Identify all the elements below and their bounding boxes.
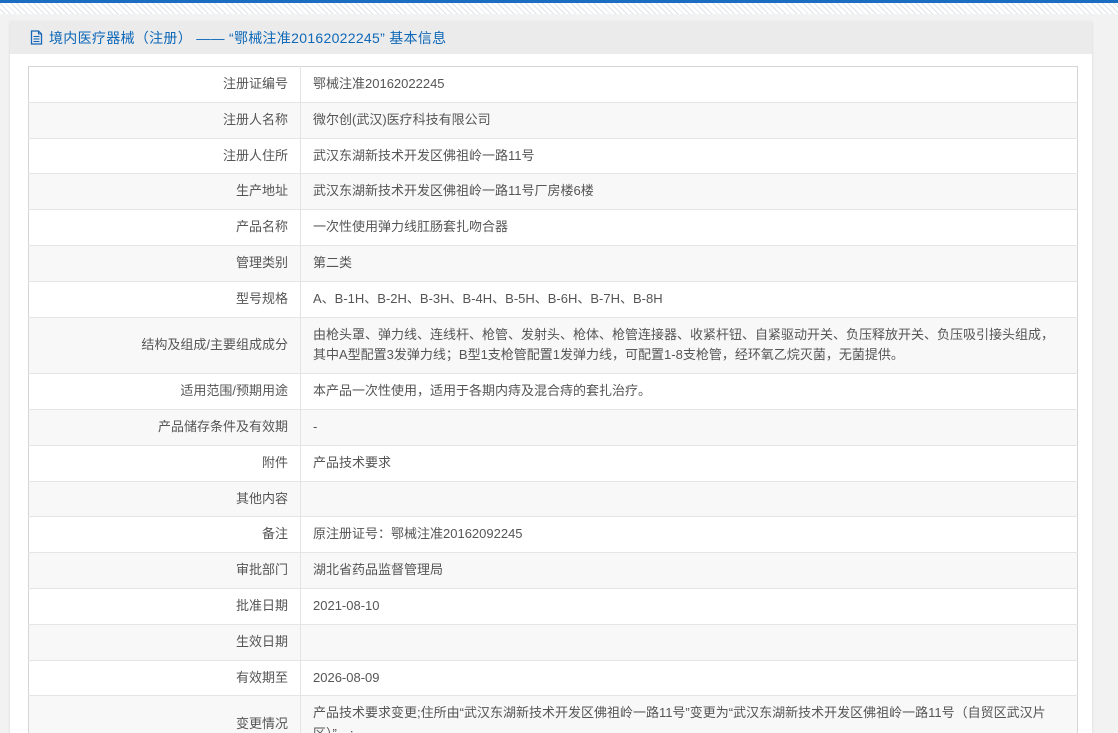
row-label: 备注 xyxy=(28,516,301,553)
row-label: 管理类别 xyxy=(28,245,301,282)
row-value: A、B-1H、B-2H、B-3H、B-4H、B-5H、B-6H、B-7H、B-8… xyxy=(301,281,1078,317)
row-value-text: 2021-08-10 xyxy=(313,597,380,613)
row-value-text: A、B-1H、B-2H、B-3H、B-4H、B-5H、B-6H、B-7H、B-8… xyxy=(313,290,663,306)
row-label: 批准日期 xyxy=(28,588,301,625)
table-row: 产品名称 一次性使用弹力线肛肠套扎吻合器 xyxy=(28,209,1078,246)
table-row: 注册人住所 武汉东湖新技术开发区佛祖岭一路11号 xyxy=(28,138,1078,174)
row-value: 鄂械注准20162022245 xyxy=(301,67,1078,103)
row-label-text: 产品名称 xyxy=(235,219,288,235)
row-label-text: 生产地址 xyxy=(235,183,288,199)
table-row: 审批部门 湖北省药品监督管理局 xyxy=(28,552,1078,589)
table-row: 管理类别 第二类 xyxy=(28,245,1078,282)
row-label-text: 其他内容 xyxy=(235,490,288,506)
row-value: 第二类 xyxy=(301,245,1078,281)
row-label-text: 管理类别 xyxy=(235,254,288,270)
row-value-text: 微尔创(武汉)医疗科技有限公司 xyxy=(313,111,491,127)
row-label: 生效日期 xyxy=(28,624,301,661)
table-row: 有效期至 2026-08-09 xyxy=(28,660,1078,696)
row-label: 型号规格 xyxy=(28,281,301,318)
row-value: - xyxy=(301,409,1078,445)
row-label: 附件 xyxy=(28,445,301,482)
diagonal-stripe-band xyxy=(0,3,1118,14)
row-label-text: 产品储存条件及有效期 xyxy=(157,418,288,434)
row-value-text: 武汉东湖新技术开发区佛祖岭一路11号厂房楼6楼 xyxy=(313,183,594,199)
row-value xyxy=(301,481,1078,517)
row-value: 2021-08-10 xyxy=(301,588,1078,624)
row-value-text: 鄂械注准20162022245 xyxy=(313,76,445,91)
row-value xyxy=(301,624,1078,660)
row-label: 变更情况 xyxy=(28,695,301,733)
table-row: 结构及组成/主要组成成分 由枪头罩、弹力线、连线杆、枪管、发射头、枪体、枪管连接器… xyxy=(28,317,1078,374)
row-value: 由枪头罩、弹力线、连线杆、枪管、发射头、枪体、枪管连接器、收紧杆钮、自紧驱动开关… xyxy=(301,317,1078,374)
table-row: 注册证编号 鄂械注准20162022245 xyxy=(28,66,1078,103)
row-label: 适用范围/预期用途 xyxy=(28,373,301,410)
row-value-text: 武汉东湖新技术开发区佛祖岭一路11号 xyxy=(313,147,535,163)
row-value-text: 湖北省药品监督管理局 xyxy=(313,562,444,578)
row-label: 注册证编号 xyxy=(28,66,301,103)
card-header: 境内医疗器械（注册） —— “鄂械注准20162022245” 基本信息 xyxy=(10,21,1092,54)
table-row: 生产地址 武汉东湖新技术开发区佛祖岭一路11号厂房楼6楼 xyxy=(28,173,1078,210)
table-row: 备注 原注册证号：鄂械注准20162092245 xyxy=(28,516,1078,553)
row-label-text: 注册证编号 xyxy=(222,76,288,91)
row-value: 原注册证号：鄂械注准20162092245 xyxy=(301,517,1078,553)
row-value: 2026-08-09 xyxy=(301,660,1078,696)
row-label-text: 备注 xyxy=(261,526,288,542)
table-row: 批准日期 2021-08-10 xyxy=(28,588,1078,625)
row-value-text: 产品技术要求变更;住所由“武汉东湖新技术开发区佛祖岭一路11号”变更为“武汉东湖… xyxy=(313,705,1046,733)
row-value-text: - xyxy=(313,418,318,434)
row-label: 结构及组成/主要组成成分 xyxy=(28,317,301,374)
table-row: 生效日期 xyxy=(28,624,1078,661)
table-row: 适用范围/预期用途 本产品一次性使用，适用于各期内痔及混合痔的套扎治疗。 xyxy=(28,373,1078,410)
row-value: 一次性使用弹力线肛肠套扎吻合器 xyxy=(301,210,1078,246)
table-row: 型号规格 A、B-1H、B-2H、B-3H、B-4H、B-5H、B-6H、B-7H… xyxy=(28,281,1078,318)
row-label: 有效期至 xyxy=(28,660,301,696)
page-title: 境内医疗器械（注册） —— “鄂械注准20162022245” 基本信息 xyxy=(49,29,447,46)
table-row: 注册人名称 微尔创(武汉)医疗科技有限公司 xyxy=(28,102,1078,139)
table-row: 产品储存条件及有效期 - xyxy=(28,409,1078,446)
row-label-text: 审批部门 xyxy=(235,562,288,578)
table-row: 变更情况 产品技术要求变更;住所由“武汉东湖新技术开发区佛祖岭一路11号”变更为“… xyxy=(28,695,1078,733)
row-value-text: 一次性使用弹力线肛肠套扎吻合器 xyxy=(313,219,509,235)
row-label: 产品名称 xyxy=(28,209,301,246)
table-row: 附件 产品技术要求 xyxy=(28,445,1078,482)
row-value-text: 由枪头罩、弹力线、连线杆、枪管、发射头、枪体、枪管连接器、收紧杆钮、自紧驱动开关… xyxy=(313,326,1055,363)
document-icon xyxy=(30,30,43,45)
table-row: 其他内容 xyxy=(28,481,1078,517)
row-label-text: 适用范围/预期用途 xyxy=(180,383,288,399)
row-label-text: 生效日期 xyxy=(235,633,288,649)
row-label-text: 批准日期 xyxy=(235,597,288,613)
row-value: 武汉东湖新技术开发区佛祖岭一路11号厂房楼6楼 xyxy=(301,174,1078,210)
row-value: 产品技术要求变更;住所由“武汉东湖新技术开发区佛祖岭一路11号”变更为“武汉东湖… xyxy=(301,696,1078,733)
row-label: 其他内容 xyxy=(28,481,301,517)
row-value-text: 第二类 xyxy=(313,254,353,270)
row-label: 生产地址 xyxy=(28,173,301,210)
row-value-text: 本产品一次性使用，适用于各期内痔及混合痔的套扎治疗。 xyxy=(313,383,652,399)
row-value-text: 原注册证号：鄂械注准20162092245 xyxy=(313,526,523,542)
row-value-text: 2026-08-09 xyxy=(313,669,380,685)
row-value: 武汉东湖新技术开发区佛祖岭一路11号 xyxy=(301,138,1078,174)
row-label-text: 结构及组成/主要组成成分 xyxy=(141,336,288,352)
row-label-text: 有效期至 xyxy=(235,669,288,685)
row-label-text: 注册人住所 xyxy=(222,147,288,163)
row-label: 产品储存条件及有效期 xyxy=(28,409,301,446)
row-label: 注册人名称 xyxy=(28,102,301,139)
row-value: 微尔创(武汉)医疗科技有限公司 xyxy=(301,102,1078,138)
row-label-text: 变更情况 xyxy=(235,715,288,731)
row-label: 注册人住所 xyxy=(28,138,301,174)
row-label-text: 注册人名称 xyxy=(222,111,288,127)
registration-info-table: 注册证编号 鄂械注准20162022245 注册人名称 微尔创(武汉)医疗科技有限公司… xyxy=(28,66,1078,733)
row-value-text: 产品技术要求 xyxy=(313,454,392,470)
record-card: 境内医疗器械（注册） —— “鄂械注准20162022245” 基本信息 注册证… xyxy=(10,21,1092,733)
row-value: 产品技术要求 xyxy=(301,445,1078,481)
row-value: 本产品一次性使用，适用于各期内痔及混合痔的套扎治疗。 xyxy=(301,374,1078,410)
row-label-text: 附件 xyxy=(261,454,288,470)
row-label-text: 型号规格 xyxy=(235,290,288,306)
row-value: 湖北省药品监督管理局 xyxy=(301,553,1078,589)
row-label: 审批部门 xyxy=(28,552,301,589)
